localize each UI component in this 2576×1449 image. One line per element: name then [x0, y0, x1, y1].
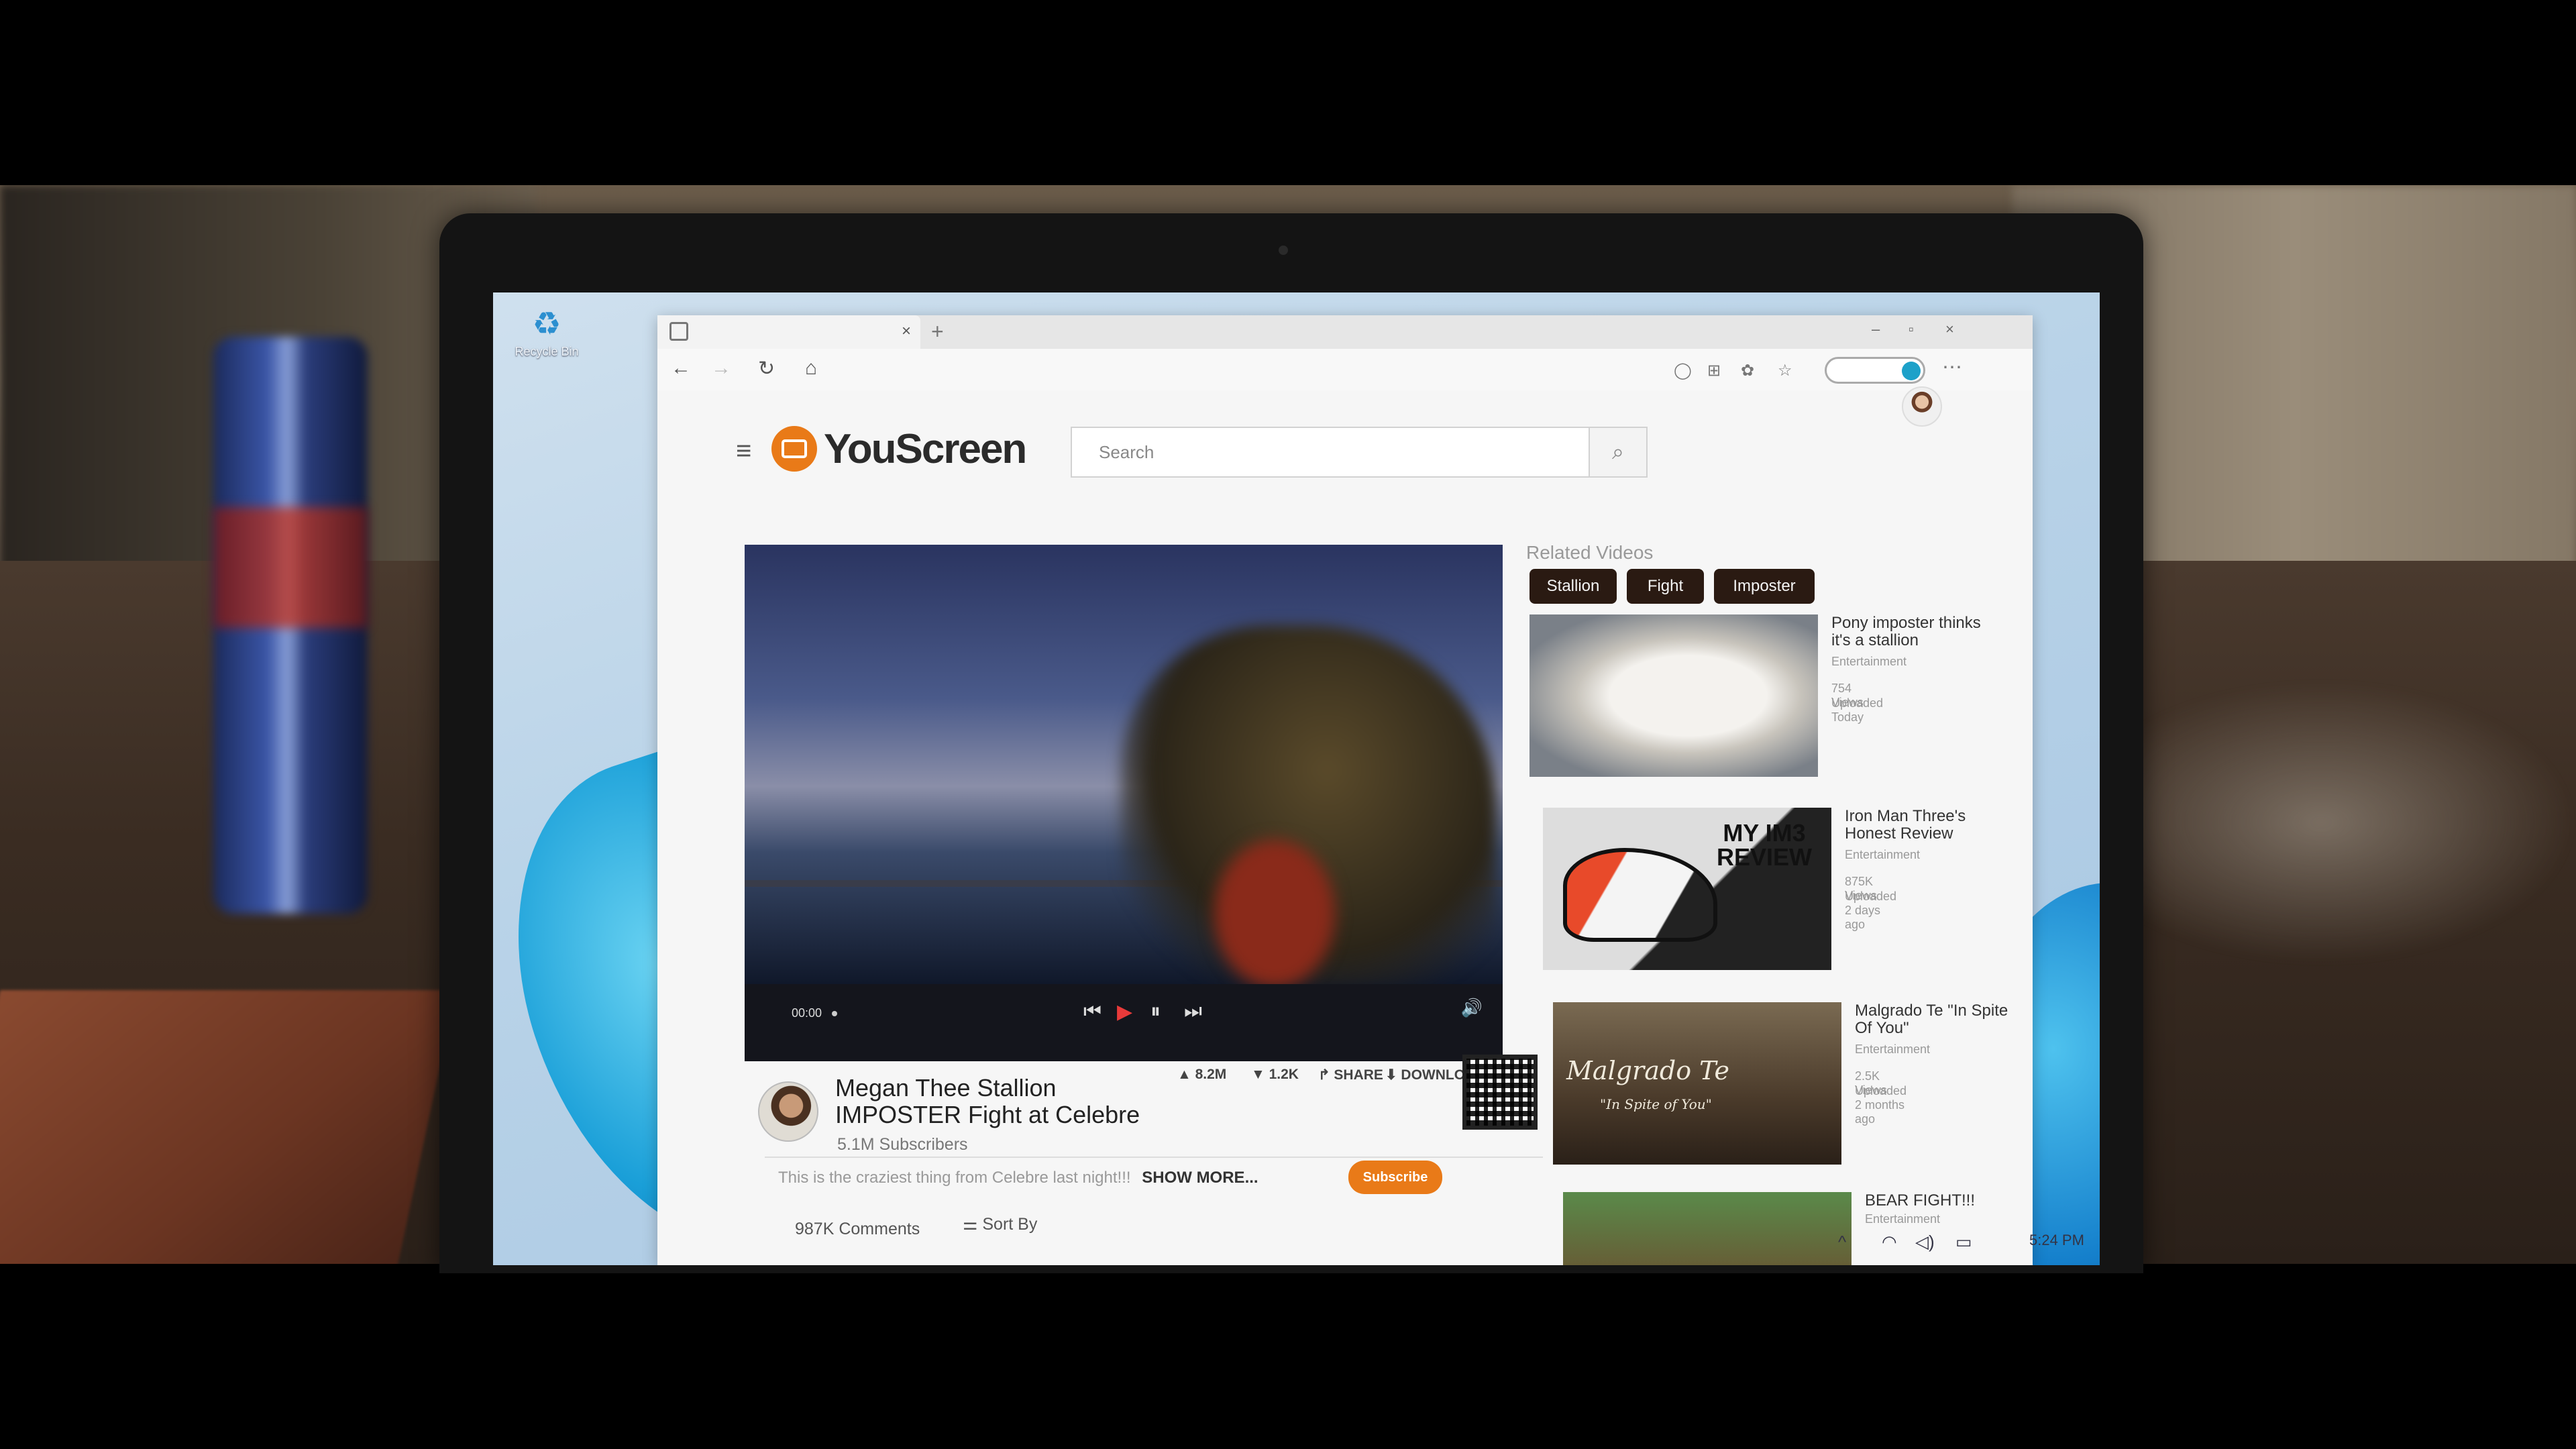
next-button[interactable]: ⏭	[1184, 1000, 1202, 1023]
channel-name[interactable]: Megan Thee Stallion	[835, 1075, 1150, 1102]
qr-code	[1462, 1055, 1538, 1130]
close-window-button[interactable]: ×	[1945, 321, 1954, 338]
related-video-category: Entertainment	[1845, 848, 1921, 861]
favorites-icon[interactable]: ☆	[1778, 361, 1792, 380]
related-video-title[interactable]: BEAR FIGHT!!!	[1865, 1192, 2019, 1210]
video-title: Megan Thee Stallion IMPOSTER Fight at Ce…	[835, 1075, 1150, 1128]
pause-button[interactable]: ⏸	[1150, 1000, 1161, 1023]
letterbox-bottom	[0, 1264, 2576, 1449]
related-video-uploaded: Uploaded 2 days ago	[1845, 890, 1897, 931]
battery-icon[interactable]: ▭	[1955, 1232, 1972, 1252]
maximize-button[interactable]: ▫	[1909, 321, 1914, 338]
related-video-thumbnail[interactable]: Malgrado Te "In Spite of You"	[1553, 1002, 1841, 1165]
related-video-uploaded: Uploaded 2 months ago	[1855, 1084, 1907, 1126]
description-text: This is the craziest thing from Celebre …	[778, 1169, 1131, 1187]
sort-by-label: Sort By	[982, 1215, 1038, 1234]
sneaker-illustration	[1563, 848, 1717, 942]
wifi-icon[interactable]: ◠	[1882, 1232, 1897, 1252]
webcam	[1279, 246, 1288, 255]
related-video-title[interactable]: Pony imposter thinks it's a stallion	[1831, 614, 1986, 649]
thumbnail-caption: Malgrado Te	[1566, 1056, 1730, 1085]
thumbnail-subcaption: "In Spite of You"	[1600, 1096, 1712, 1112]
related-videos-heading: Related Videos	[1526, 542, 1654, 563]
menu-icon[interactable]: ≡	[736, 436, 751, 466]
taskbar-clock[interactable]: 5:24 PM	[2029, 1232, 2084, 1249]
logo-tv-icon	[771, 426, 817, 472]
subscriber-count: 5.1M Subscribers	[837, 1135, 968, 1154]
home-button[interactable]: ⌂	[805, 357, 817, 380]
search-bar: ⌕	[1071, 427, 1648, 478]
toggle-knob	[1902, 362, 1921, 380]
show-more-link[interactable]: SHOW MORE...	[1142, 1169, 1258, 1187]
more-options-button[interactable]: ⋯	[1942, 356, 1962, 379]
chevron-up-icon[interactable]: ^	[1838, 1232, 1846, 1252]
chip-fight[interactable]: Fight	[1627, 569, 1704, 604]
search-button[interactable]: ⌕	[1589, 428, 1646, 476]
video-frame-figure-red	[1214, 840, 1335, 987]
channel-avatar[interactable]	[758, 1081, 818, 1142]
sort-icon: ⚌	[963, 1215, 983, 1234]
comment-count: 987K Comments	[795, 1220, 920, 1238]
youscreen-page: ≡ YouScreen ⌕ 00:00	[657, 386, 2033, 1265]
minimize-button[interactable]: –	[1872, 321, 1880, 338]
new-tab-button[interactable]: +	[931, 319, 944, 344]
related-video-uploaded: Uploaded Today	[1831, 696, 1884, 724]
like-button[interactable]: ▲ 8.2M	[1177, 1067, 1226, 1083]
extensions-icon[interactable]: ✿	[1741, 361, 1754, 380]
reload-button[interactable]: ↻	[758, 357, 775, 380]
search-input[interactable]	[1072, 428, 1589, 476]
sort-by-button[interactable]: ⚌ Sort By	[963, 1214, 1037, 1234]
address-bar-row: ← → ↻ ⌂ ◯ ⊞ ✿ ☆ ⧉ ⋯	[657, 349, 2033, 390]
timecode: 00:00	[792, 1006, 822, 1020]
apps-icon[interactable]: ⊞	[1707, 361, 1721, 380]
previous-button[interactable]: ⏮	[1083, 1000, 1102, 1023]
player-controls: 00:00 ⏮ ▶ ⏸ ⏭ 🔊	[745, 984, 1503, 1061]
share-button[interactable]: ↱ SHARE	[1318, 1067, 1383, 1083]
profile-toggle[interactable]	[1825, 357, 1925, 384]
tab-close-button[interactable]: ×	[902, 322, 911, 341]
volume-icon[interactable]: ◁)	[1915, 1232, 1935, 1252]
reading-view-icon[interactable]: ◯	[1674, 361, 1692, 380]
site-logo[interactable]: YouScreen	[771, 425, 1027, 472]
taskbar-tray: ^ ◠ ◁) ▭ 5:24 PM	[1761, 1218, 2100, 1265]
recycle-bin-shortcut[interactable]: ♻ Recycle Bin	[506, 305, 587, 359]
video-title-text: IMPOSTER Fight at Celebre	[835, 1101, 1140, 1128]
seek-handle[interactable]	[832, 1011, 837, 1016]
subscribe-button[interactable]: Subscribe	[1348, 1161, 1442, 1194]
related-video-category: Entertainment	[1855, 1042, 1931, 1056]
related-video-thumbnail[interactable]	[1529, 614, 1818, 777]
back-button[interactable]: ←	[671, 357, 691, 380]
drink-can-label	[213, 507, 368, 628]
dislike-button[interactable]: ▼ 1.2K	[1251, 1067, 1299, 1083]
forward-button[interactable]: →	[711, 357, 731, 380]
site-name: YouScreen	[824, 425, 1027, 472]
tab-bar: × + – ▫ ×	[657, 315, 2033, 349]
browser-tab[interactable]: ×	[657, 315, 920, 349]
search-icon: ⌕	[1612, 439, 1624, 464]
chip-imposter[interactable]: Imposter	[1714, 569, 1815, 604]
video-description: This is the craziest thing from Celebre …	[778, 1169, 1258, 1187]
thumbnail-caption: MY IM3 REVIEW	[1716, 819, 1812, 871]
laptop-screen: ♻ Recycle Bin × + – ▫ × ← → ↻ ⌂ ◯ ⊞ ✿ ☆ …	[493, 292, 2100, 1265]
video-frame[interactable]	[745, 545, 1503, 987]
browser-window: × + – ▫ × ← → ↻ ⌂ ◯ ⊞ ✿ ☆ ⧉ ⋯ ≡	[657, 315, 2033, 1265]
divider	[765, 1157, 1543, 1158]
user-avatar[interactable]	[1902, 386, 1942, 427]
chip-stallion[interactable]: Stallion	[1529, 569, 1617, 604]
recycle-bin-label: Recycle Bin	[515, 345, 579, 358]
notebook	[0, 990, 456, 1264]
volume-icon[interactable]: 🔊	[1461, 998, 1483, 1018]
related-video-title[interactable]: Malgrado Te "In Spite Of You"	[1855, 1002, 2009, 1037]
related-video-title[interactable]: Iron Man Three's Honest Review	[1845, 808, 1999, 843]
related-video-category: Entertainment	[1831, 655, 1907, 668]
tab-actions-icon[interactable]	[669, 322, 688, 341]
recycle-bin-icon: ♻	[532, 307, 561, 342]
play-button[interactable]: ▶	[1117, 1000, 1132, 1024]
related-video-thumbnail[interactable]: MY IM3 REVIEW	[1543, 808, 1831, 970]
video-player[interactable]: 00:00 ⏮ ▶ ⏸ ⏭ 🔊	[745, 545, 1503, 1061]
letterbox-top	[0, 0, 2576, 185]
